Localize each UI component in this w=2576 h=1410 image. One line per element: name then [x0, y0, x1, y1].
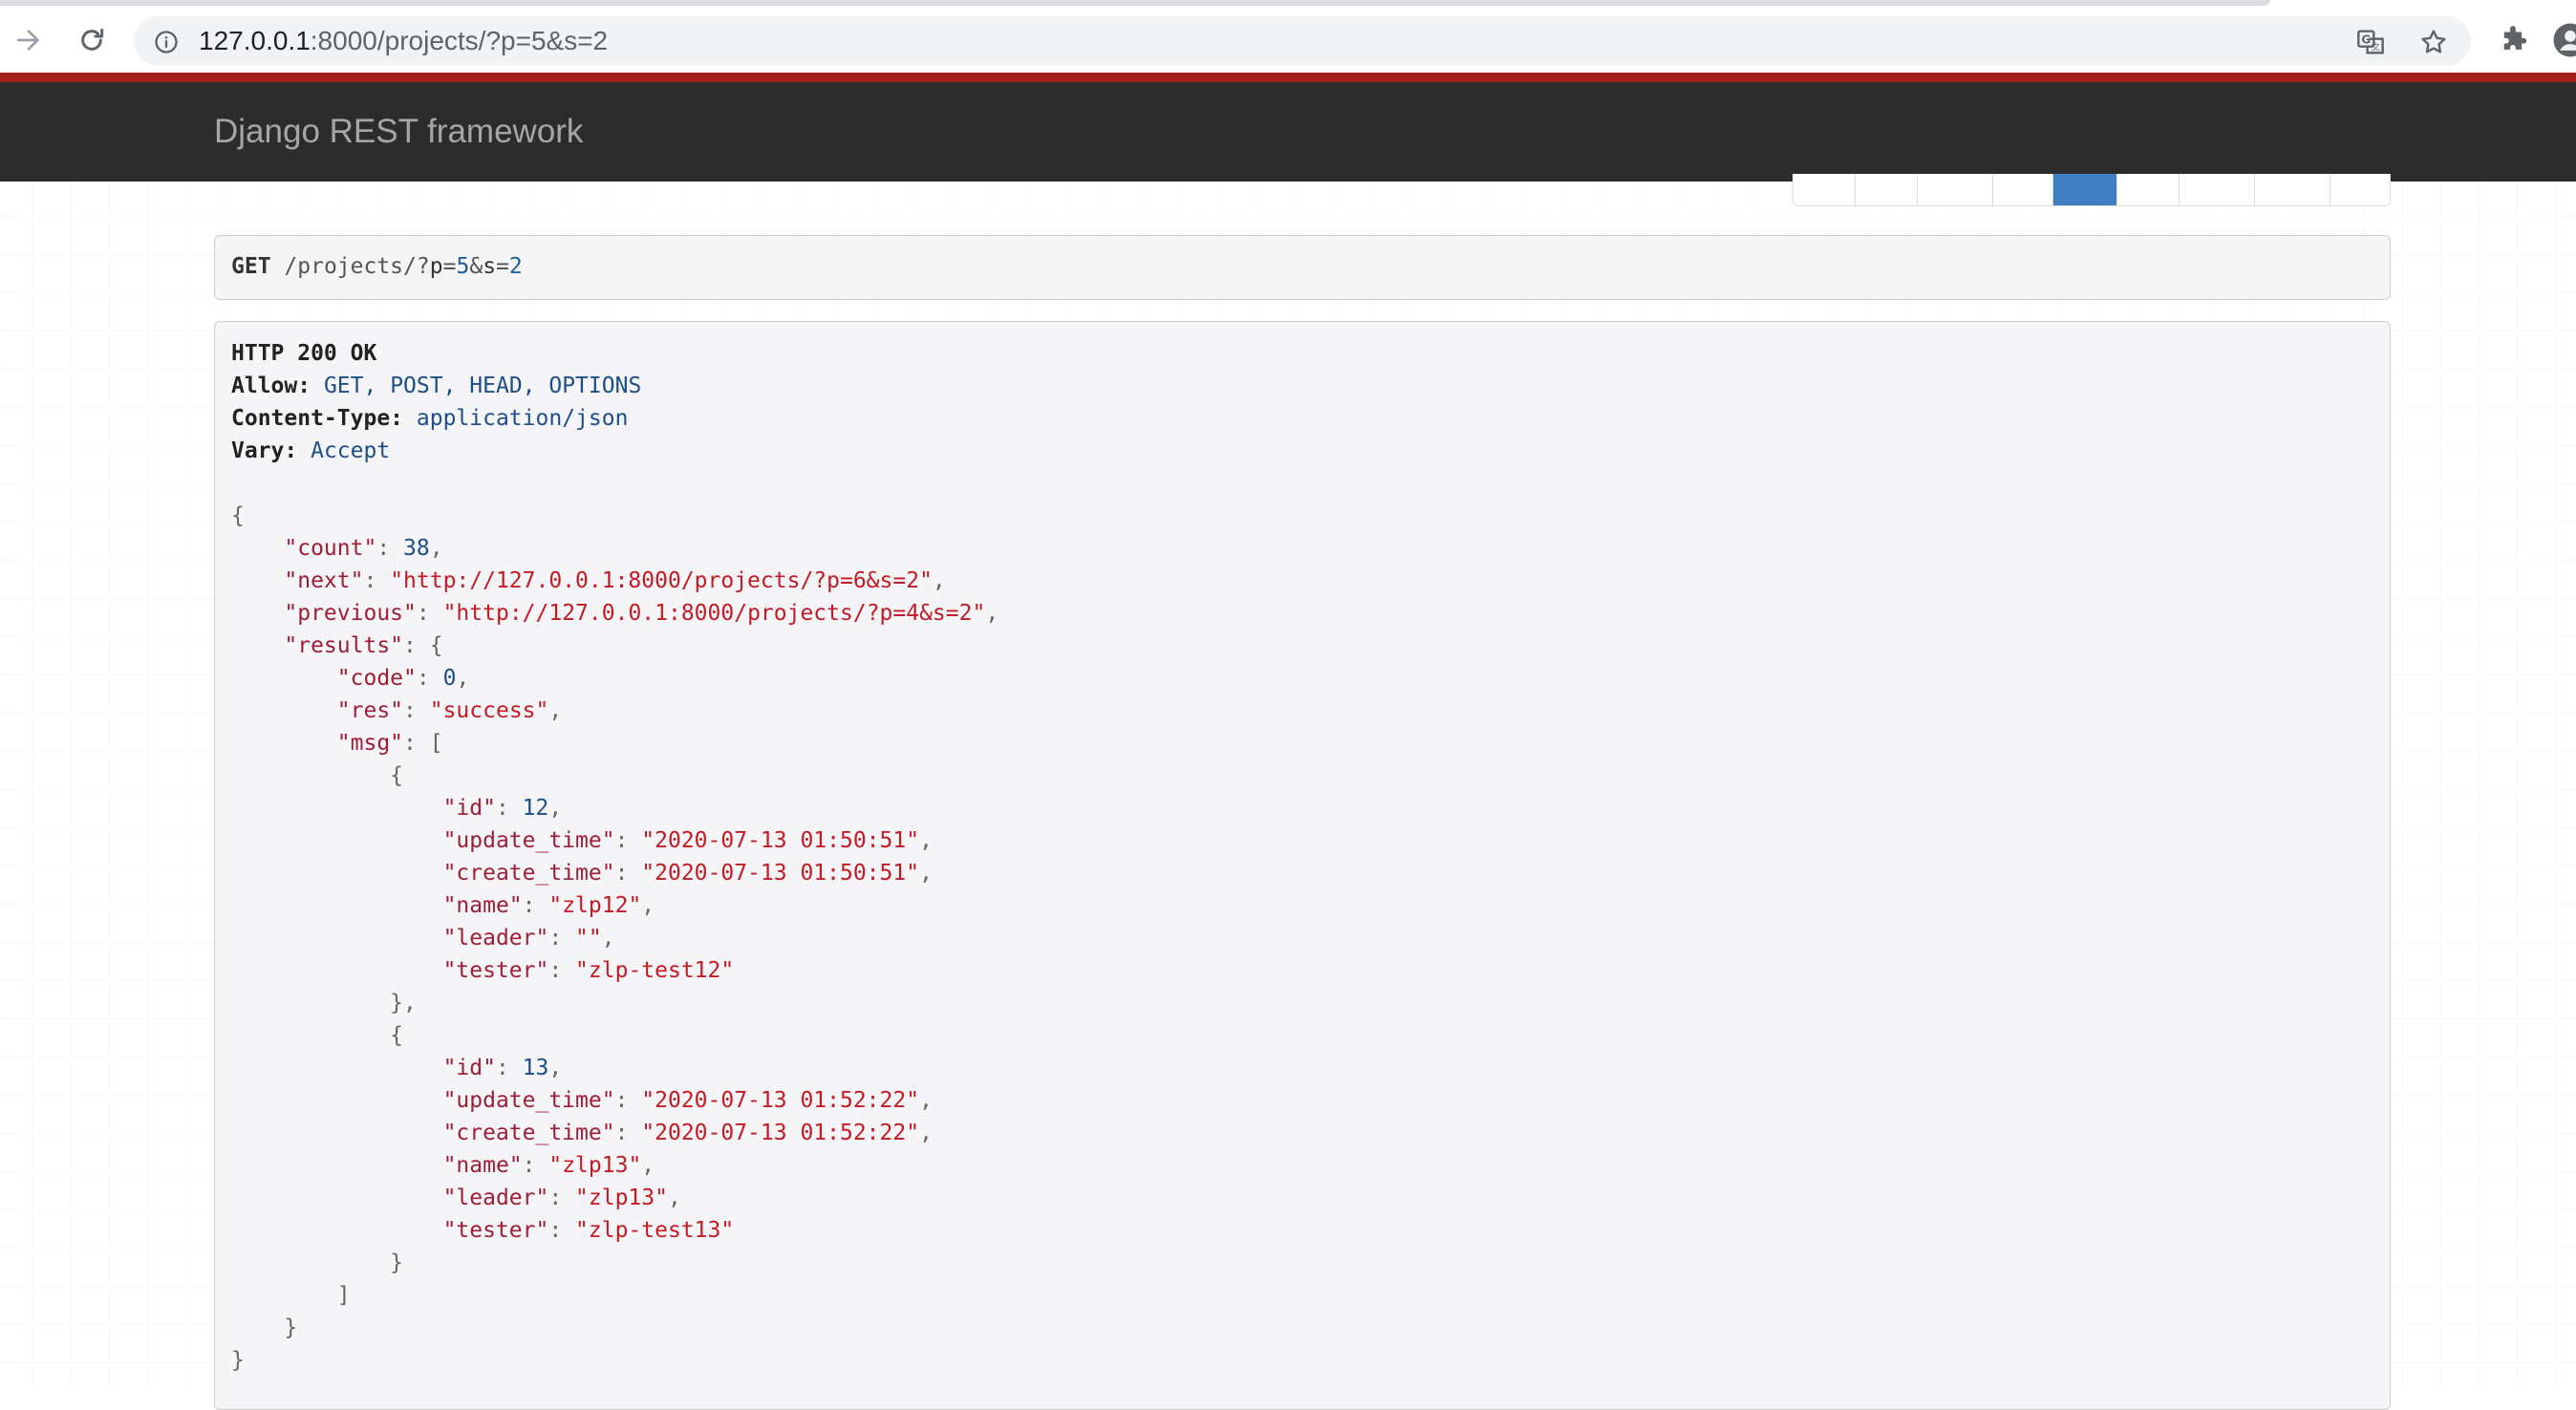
- json-key: "count": [284, 536, 376, 561]
- json-key: "previous": [284, 601, 416, 626]
- query-eq: =: [496, 254, 509, 279]
- pagination-prev[interactable]: [1793, 174, 1855, 205]
- json-key: "create_time": [443, 1121, 615, 1145]
- json-value-count: 38: [403, 536, 430, 561]
- json-value-id: 13: [523, 1056, 549, 1080]
- json-value-id: 12: [523, 796, 549, 821]
- query-amp: &: [469, 254, 483, 279]
- json-key: "id": [443, 796, 496, 821]
- query-key-s: s: [483, 254, 496, 279]
- response-content: HTTP 200 OK Allow: GET, POST, HEAD, OPTI…: [231, 337, 998, 1377]
- json-value-code: 0: [443, 666, 457, 691]
- json-key: "update_time": [443, 1088, 615, 1113]
- svg-text:文: 文: [2372, 42, 2380, 53]
- forward-arrow-icon[interactable]: [8, 19, 50, 61]
- query-value-p: 5: [456, 254, 469, 279]
- pagination-page[interactable]: [1992, 174, 2052, 205]
- navbar-accent-strip: [0, 73, 2576, 82]
- header-name: Vary:: [231, 438, 297, 463]
- response-info: HTTP 200 OK Allow: GET, POST, HEAD, OPTI…: [214, 321, 2391, 1410]
- request-line: GET /projects/?p=5&s=2: [231, 253, 523, 280]
- json-key: "tester": [443, 1218, 549, 1243]
- pagination-page-active[interactable]: [2052, 174, 2116, 205]
- json-link-next[interactable]: "http://127.0.0.1:8000/projects/?p=6&s=2…: [390, 568, 933, 593]
- pagination-page[interactable]: [1855, 174, 1917, 205]
- query-key-p: p: [430, 254, 443, 279]
- json-value-leader: "": [575, 926, 602, 951]
- request-qmark: ?: [417, 254, 430, 279]
- json-key: "leader": [443, 926, 549, 951]
- json-value-tester: "zlp-test13": [575, 1218, 734, 1243]
- json-key: "name": [443, 1153, 523, 1178]
- pagination-page[interactable]: [2116, 174, 2179, 205]
- query-value-s: 2: [509, 254, 523, 279]
- pagination-next[interactable]: [2329, 174, 2390, 205]
- json-value-create-time: "2020-07-13 01:50:51": [641, 861, 919, 886]
- bookmark-star-icon[interactable]: [2417, 26, 2450, 58]
- response-status: HTTP 200 OK: [231, 341, 376, 366]
- json-key: "res": [337, 698, 403, 723]
- pagination-ellipsis: [2179, 174, 2254, 205]
- json-key: "results": [284, 633, 403, 658]
- site-info-icon[interactable]: [153, 29, 180, 55]
- header-value: Accept: [311, 438, 390, 463]
- json-key: "leader": [443, 1186, 549, 1210]
- header-name: Content-Type:: [231, 406, 403, 431]
- reload-icon[interactable]: [71, 19, 113, 61]
- header-name: Allow:: [231, 374, 311, 398]
- json-key: "update_time": [443, 828, 615, 853]
- url-path: :8000/projects/?p=5&s=2: [311, 26, 608, 55]
- address-bar[interactable]: 127.0.0.1:8000/projects/?p=5&s=2 G文: [134, 16, 2471, 66]
- request-info: GET /projects/?p=5&s=2: [214, 235, 2391, 300]
- json-value-update-time: "2020-07-13 01:50:51": [641, 828, 919, 853]
- json-key: "id": [443, 1056, 496, 1080]
- pagination: [1792, 174, 2391, 206]
- json-key: "msg": [337, 731, 403, 756]
- json-key: "name": [443, 893, 523, 918]
- url-text[interactable]: 127.0.0.1:8000/projects/?p=5&s=2: [199, 28, 608, 54]
- drf-navbar: Django REST framework: [0, 82, 2576, 182]
- pagination-page[interactable]: [2254, 174, 2329, 205]
- profile-avatar-icon[interactable]: [2551, 21, 2576, 59]
- json-key: "next": [284, 568, 363, 593]
- header-value: application/json: [417, 406, 629, 431]
- json-value-name: "zlp12": [548, 893, 641, 918]
- json-link-previous[interactable]: "http://127.0.0.1:8000/projects/?p=4&s=2…: [443, 601, 986, 626]
- query-eq: =: [443, 254, 457, 279]
- request-method: GET: [231, 254, 271, 279]
- brand-link[interactable]: Django REST framework: [214, 113, 583, 151]
- extensions-puzzle-icon[interactable]: [2494, 21, 2532, 59]
- browser-toolbar: 127.0.0.1:8000/projects/?p=5&s=2 G文: [0, 0, 2576, 80]
- json-value-res: "success": [430, 698, 549, 723]
- pagination-ellipsis: [1917, 174, 1992, 205]
- json-key: "create_time": [443, 861, 615, 886]
- request-path: /projects/: [284, 254, 416, 279]
- translate-icon[interactable]: G文: [2354, 26, 2387, 58]
- json-value-leader: "zlp13": [575, 1186, 668, 1210]
- header-value: GET, POST, HEAD, OPTIONS: [324, 374, 641, 398]
- json-value-update-time: "2020-07-13 01:52:22": [641, 1088, 919, 1113]
- json-key: "tester": [443, 958, 549, 983]
- url-host: 127.0.0.1: [199, 26, 311, 55]
- json-key: "code": [337, 666, 417, 691]
- tab-strip-edge: [0, 0, 2270, 6]
- json-value-name: "zlp13": [548, 1153, 641, 1178]
- json-value-create-time: "2020-07-13 01:52:22": [641, 1121, 919, 1145]
- json-value-tester: "zlp-test12": [575, 958, 734, 983]
